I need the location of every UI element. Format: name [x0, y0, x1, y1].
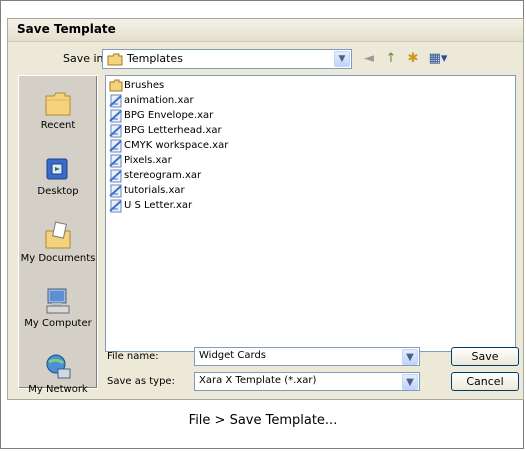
xar-file-icon — [109, 169, 122, 183]
place-label: My Computer — [24, 318, 92, 329]
view-menu-icon[interactable]: ▦▾ — [426, 51, 450, 67]
file-name: BPG Letterhead.xar — [124, 125, 222, 136]
chevron-down-icon[interactable]: ▼ — [402, 349, 418, 365]
xar-file-icon — [109, 109, 122, 123]
place-my-network[interactable]: My Network — [19, 352, 97, 395]
save-as-type-select[interactable]: Xara X Template (*.xar) ▼ — [194, 372, 420, 391]
place-my-documents[interactable]: My Documents — [19, 221, 97, 264]
dialog-title: Save Template — [17, 22, 116, 36]
my-network-icon — [46, 354, 71, 379]
figure-caption: File > Save Template... — [188, 413, 338, 428]
save-as-type-value: Xara X Template (*.xar) — [199, 375, 317, 386]
save-as-type-label: Save as type: — [107, 376, 175, 387]
new-folder-icon[interactable]: ✱ — [404, 51, 422, 67]
up-folder-icon[interactable]: ↑ — [382, 51, 400, 67]
xar-file-icon — [109, 94, 122, 108]
file-name: animation.xar — [124, 95, 194, 106]
file-name-value: Widget Cards — [199, 350, 266, 361]
place-label: My Network — [28, 384, 88, 395]
back-icon[interactable]: ◄ — [360, 51, 378, 67]
xar-file-icon — [109, 199, 122, 213]
save-button[interactable]: Save — [451, 347, 519, 366]
figure-frame: Save Template Save in: Templates ▼ ◄ ↑ ✱… — [0, 0, 524, 449]
file-name: stereogram.xar — [124, 170, 202, 181]
file-name: BPG Envelope.xar — [124, 110, 214, 121]
places-bar: Recent Desktop My Documents My Computer … — [18, 75, 98, 395]
recent-folder-icon — [45, 92, 71, 116]
desktop-icon — [46, 158, 68, 180]
chevron-down-icon[interactable]: ▼ — [334, 51, 350, 67]
my-computer-icon — [46, 288, 70, 314]
folder-icon — [109, 79, 123, 92]
place-desktop[interactable]: Desktop — [19, 156, 97, 197]
file-name: Brushes — [124, 80, 165, 91]
file-name: Pixels.xar — [124, 155, 172, 166]
place-recent[interactable]: Recent — [19, 90, 97, 131]
folder-icon — [107, 53, 123, 66]
file-name: U S Letter.xar — [124, 200, 193, 211]
file-name-field[interactable]: Widget Cards ▼ — [194, 347, 420, 366]
xar-file-icon — [109, 154, 122, 168]
file-name-label: File name: — [107, 351, 159, 362]
xar-file-icon — [109, 184, 122, 198]
save-in-label: Save in: — [63, 52, 108, 65]
xar-file-icon — [109, 124, 122, 138]
place-label: Recent — [40, 120, 76, 131]
file-name: tutorials.xar — [124, 185, 185, 196]
save-template-dialog: Save Template Save in: Templates ▼ ◄ ↑ ✱… — [7, 18, 524, 400]
file-list[interactable]: Brushes animation.xar BPG Envelope.xar B… — [105, 75, 516, 352]
cancel-button[interactable]: Cancel — [451, 372, 519, 391]
file-name: CMYK workspace.xar — [124, 140, 229, 151]
place-my-computer[interactable]: My Computer — [19, 286, 97, 329]
my-documents-icon — [45, 221, 71, 249]
title-bar[interactable]: Save Template — [8, 19, 523, 42]
xar-file-icon — [109, 139, 122, 153]
place-label: Desktop — [37, 186, 79, 197]
place-label: My Documents — [20, 253, 96, 264]
save-in-value: Templates — [127, 52, 183, 65]
save-in-dropdown[interactable]: Templates ▼ — [102, 49, 352, 69]
chevron-down-icon[interactable]: ▼ — [402, 374, 418, 390]
